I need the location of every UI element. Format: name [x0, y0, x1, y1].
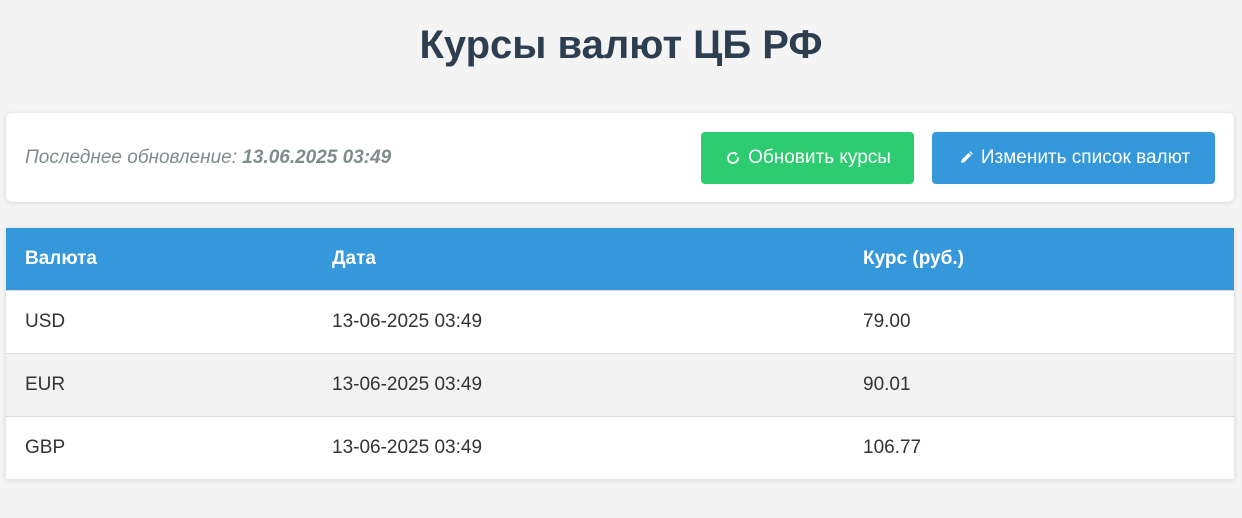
- rates-table-container: Валюта Дата Курс (руб.) USD 13-06-2025 0…: [6, 228, 1234, 479]
- rate-cell: 106.77: [844, 416, 1234, 479]
- table-row: USD 13-06-2025 03:49 79.00: [6, 290, 1234, 354]
- date-cell: 13-06-2025 03:49: [313, 416, 844, 479]
- currency-cell: USD: [6, 290, 313, 354]
- last-update-info: Последнее обновление: 13.06.2025 03:49: [25, 113, 391, 202]
- column-header-date: Дата: [313, 228, 844, 291]
- rates-table: Валюта Дата Курс (руб.) USD 13-06-2025 0…: [6, 228, 1234, 479]
- page-title: Курсы валют ЦБ РФ: [419, 23, 823, 67]
- table-header-row: Валюта Дата Курс (руб.): [6, 228, 1234, 291]
- last-update-timestamp: 13.06.2025 03:49: [242, 147, 392, 168]
- refresh-rates-button[interactable]: Обновить курсы: [701, 132, 914, 184]
- table-row: GBP 13-06-2025 03:49 106.77: [6, 416, 1234, 479]
- date-cell: 13-06-2025 03:49: [313, 290, 844, 354]
- toolbar: Последнее обновление: 13.06.2025 03:49 О…: [6, 113, 1234, 202]
- currency-cell: GBP: [6, 416, 313, 479]
- currency-cell: EUR: [6, 353, 313, 417]
- rate-cell: 79.00: [844, 290, 1234, 354]
- column-header-rate: Курс (руб.): [844, 228, 1234, 291]
- date-cell: 13-06-2025 03:49: [313, 353, 844, 417]
- edit-currency-list-label: Изменить список валют: [980, 147, 1191, 168]
- refresh-rates-label: Обновить курсы: [748, 147, 891, 168]
- rate-cell: 90.01: [844, 353, 1234, 417]
- column-header-currency: Валюта: [6, 228, 313, 291]
- refresh-icon: [724, 149, 742, 167]
- pencil-icon: [957, 149, 975, 167]
- table-row: EUR 13-06-2025 03:49 90.01: [6, 353, 1234, 417]
- last-update-label: Последнее обновление:: [25, 147, 237, 168]
- edit-currency-list-button[interactable]: Изменить список валют: [932, 132, 1215, 184]
